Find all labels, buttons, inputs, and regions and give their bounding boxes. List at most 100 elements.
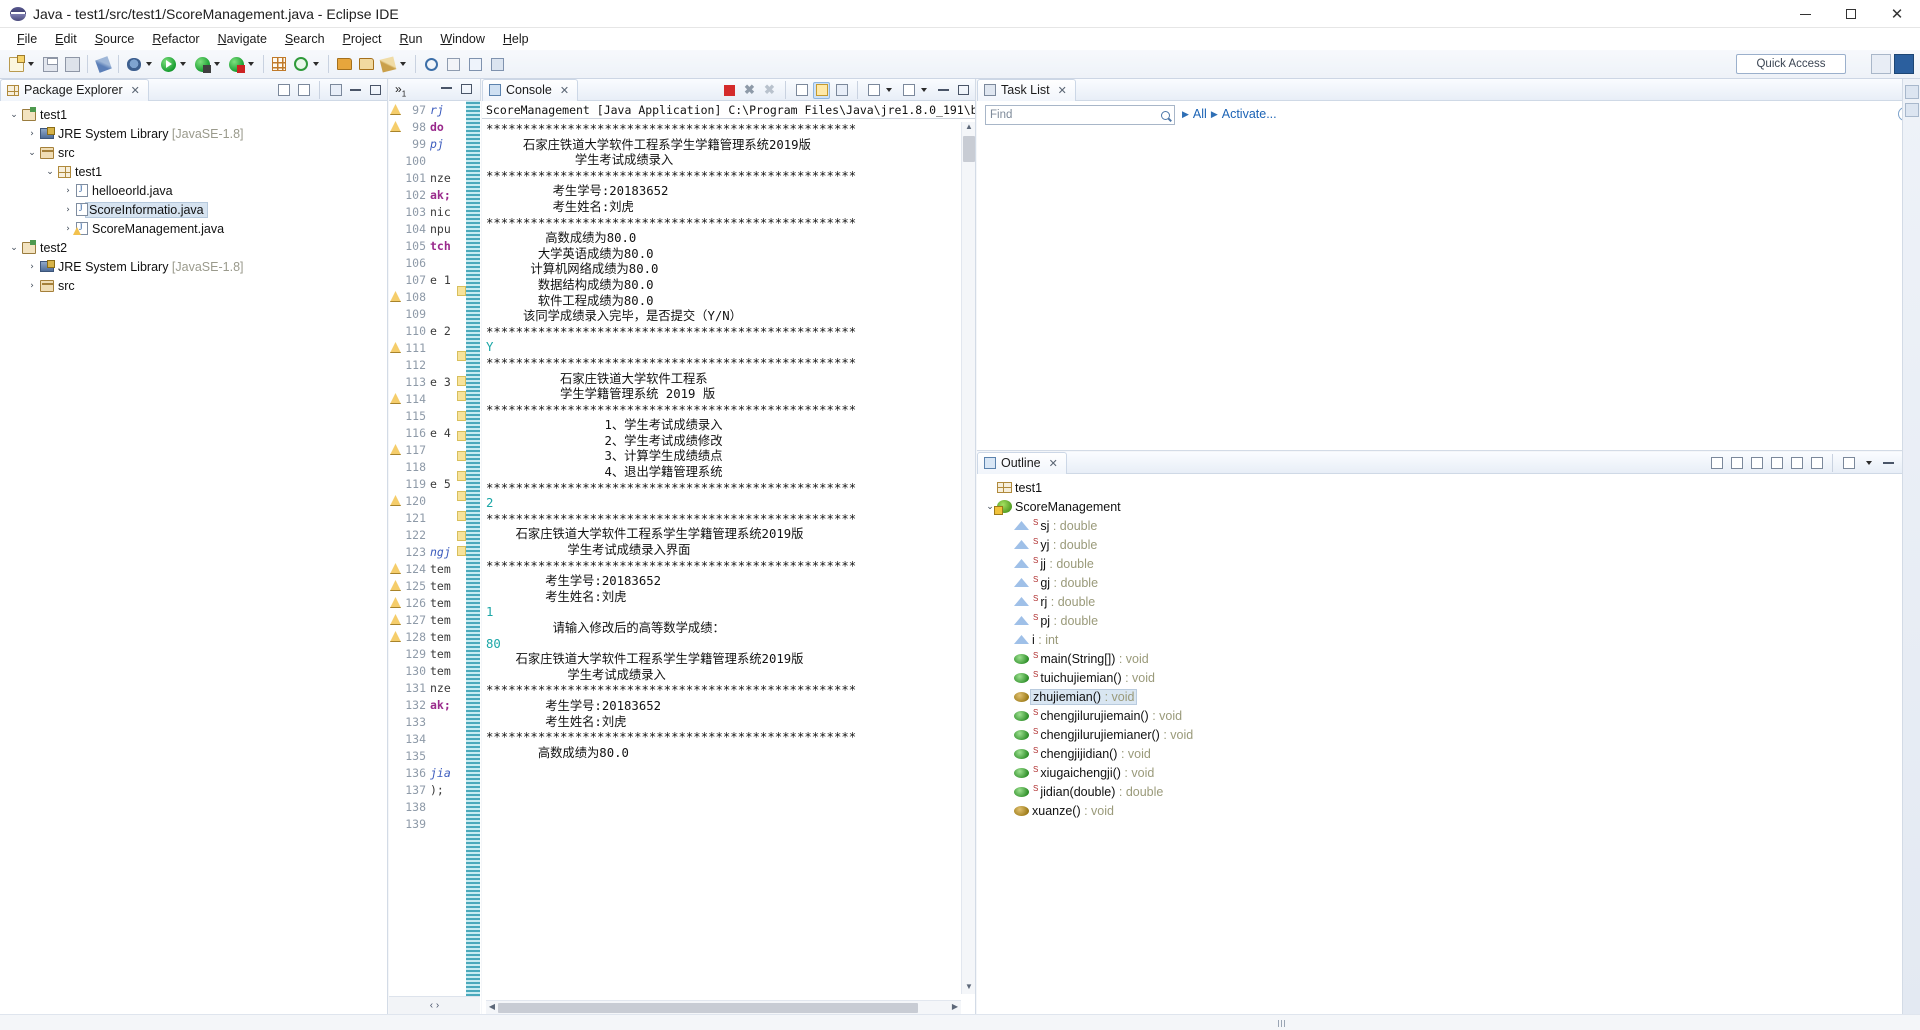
tree-item-scoreinformatio-java[interactable]: › ScoreInformatio.java (0, 200, 387, 219)
run-button[interactable] (157, 53, 179, 75)
console-output[interactable]: ****************************************… (486, 122, 961, 994)
outline-item-main-string---[interactable]: Smain(String[]) : void (977, 649, 1920, 668)
outline-item-jj[interactable]: Sjj : double (977, 554, 1920, 573)
expand-arrow-icon[interactable]: ⌄ (24, 148, 40, 158)
hide-static-button[interactable] (1768, 455, 1785, 472)
close-button[interactable]: ✕ (1874, 0, 1920, 28)
back-button[interactable] (442, 53, 464, 75)
refresh-button[interactable] (290, 53, 312, 75)
refresh-dropdown-icon[interactable] (313, 62, 319, 66)
scroll-lock-button[interactable] (813, 81, 830, 99)
collapse-all-button[interactable] (1708, 455, 1725, 472)
outline-item-tuichujiemian--[interactable]: Stuichujiemian() : void (977, 668, 1920, 687)
package-explorer-tree[interactable]: ⌄ test1 › JRE System Library [JavaSE-1.8] ⌄ s… (0, 101, 387, 295)
scroll-left-arrow-icon[interactable]: ◀ (486, 1002, 498, 1014)
run-dropdown-icon[interactable] (180, 62, 186, 66)
scroll-thumb[interactable] (963, 136, 975, 162)
tree-item-src[interactable]: ⌄ src (0, 143, 387, 162)
outline-item-zhujiemian--[interactable]: zhujiemian() : void (977, 687, 1920, 706)
tree-item-test1[interactable]: ⌄ test1 (0, 162, 387, 181)
remove-launch-button[interactable]: ✖ (741, 82, 758, 99)
save-all-button[interactable] (61, 53, 83, 75)
outline-item-sj[interactable]: Ssj : double (977, 516, 1920, 535)
outline-item-pj[interactable]: Spj : double (977, 611, 1920, 630)
scroll-down-arrow-icon[interactable]: ▼ (963, 982, 975, 994)
annotation-marker[interactable] (457, 511, 466, 521)
expand-arrow-icon[interactable]: › (24, 129, 40, 139)
activate-link[interactable]: Activate... (1222, 107, 1277, 121)
tree-item-scoremanagement-java[interactable]: › ScoreManagement.java (0, 219, 387, 238)
debug-dropdown-icon[interactable] (146, 62, 152, 66)
search-button[interactable] (377, 53, 399, 75)
tab-task-list[interactable]: Task List ✕ (977, 78, 1076, 101)
coverage-dropdown-icon[interactable] (214, 62, 220, 66)
console-horizontal-scrollbar[interactable]: ◀ ▶ (486, 1000, 961, 1014)
scroll-thumb-horizontal[interactable] (498, 1003, 918, 1013)
hide-fields-button[interactable] (1748, 455, 1765, 472)
annotation-marker[interactable] (457, 376, 466, 386)
display-selected-console-button[interactable] (865, 82, 882, 99)
minimize-button[interactable] (1782, 0, 1828, 28)
outline-item-chengjilurujiemianer--[interactable]: Schengjilurujiemianer() : void (977, 725, 1920, 744)
tree-item-test2[interactable]: ⌄ test2 (0, 238, 387, 257)
forward-button[interactable] (464, 53, 486, 75)
view-menu-button[interactable] (327, 82, 344, 99)
outline-item-i[interactable]: i : int (977, 630, 1920, 649)
new-dropdown-icon[interactable] (28, 62, 34, 66)
annotation-marker[interactable] (457, 431, 466, 441)
console-select-dropdown-icon[interactable] (886, 88, 892, 92)
minimize-view-button[interactable] (347, 82, 364, 99)
menu-file[interactable]: File (8, 30, 46, 48)
hide-local-types-button[interactable] (1808, 455, 1825, 472)
task-list-body[interactable] (977, 129, 1920, 450)
fast-view-button[interactable] (1905, 103, 1919, 117)
editor-overview-ruler[interactable] (466, 101, 480, 996)
task-search-input[interactable]: Find (985, 105, 1175, 125)
filter-all-link[interactable]: All (1193, 107, 1207, 121)
close-icon[interactable]: ✕ (560, 84, 569, 97)
scroll-right-arrow-icon[interactable]: ▶ (949, 1002, 961, 1014)
outline-item-chengjijidian--[interactable]: Schengjijidian() : void (977, 744, 1920, 763)
minimize-console-button[interactable] (935, 82, 952, 99)
expand-arrow-icon[interactable]: › (24, 281, 40, 291)
maximize-view-button[interactable] (367, 82, 384, 99)
minimize-editor-icon[interactable] (441, 87, 452, 89)
menu-source[interactable]: Source (86, 30, 144, 48)
annotation-marker[interactable] (457, 286, 466, 296)
minimize-outline-button[interactable] (1880, 455, 1897, 472)
close-icon[interactable]: ✕ (1058, 84, 1067, 97)
annotation-marker[interactable] (457, 411, 466, 421)
tab-outline[interactable]: Outline ✕ (977, 451, 1067, 474)
menu-window[interactable]: Window (431, 30, 493, 48)
new-button[interactable] (5, 53, 27, 75)
tree-item-test1[interactable]: ⌄ test1 (0, 105, 387, 124)
expand-arrow-icon[interactable]: ⌄ (6, 110, 22, 120)
open-task-button[interactable] (355, 53, 377, 75)
close-icon[interactable]: ✕ (1049, 457, 1058, 470)
hide-nonpublic-button[interactable] (1788, 455, 1805, 472)
tab-package-explorer[interactable]: Package Explorer ✕ (0, 78, 149, 101)
annotation-marker[interactable] (457, 471, 466, 481)
resize-grip-icon[interactable] (1278, 1020, 1287, 1027)
open-console-button[interactable] (900, 82, 917, 99)
run-external-button[interactable] (225, 53, 247, 75)
search-dropdown-icon[interactable] (400, 62, 406, 66)
tab-console[interactable]: Console ✕ (482, 78, 579, 101)
expand-arrow-icon[interactable]: › (60, 186, 76, 196)
outline-item-chengjilurujiemain--[interactable]: Schengjilurujiemain() : void (977, 706, 1920, 725)
menu-navigate[interactable]: Navigate (209, 30, 276, 48)
maximize-console-button[interactable] (955, 82, 972, 99)
new-java-project-button[interactable] (268, 53, 290, 75)
last-edit-button[interactable] (420, 53, 442, 75)
menu-refactor[interactable]: Refactor (143, 30, 208, 48)
annotation-marker[interactable] (457, 531, 466, 541)
restore-view-button[interactable] (1905, 85, 1919, 99)
outline-item-jidian-double-[interactable]: Sjidian(double) : double (977, 782, 1920, 801)
quick-access-field[interactable]: Quick Access (1736, 54, 1846, 74)
menu-project[interactable]: Project (334, 30, 391, 48)
view-menu-button[interactable] (1860, 455, 1877, 472)
pin-console-button[interactable] (833, 82, 850, 99)
menu-search[interactable]: Search (276, 30, 334, 48)
expand-arrow-icon[interactable]: › (24, 262, 40, 272)
outline-item-gj[interactable]: Sgj : double (977, 573, 1920, 592)
